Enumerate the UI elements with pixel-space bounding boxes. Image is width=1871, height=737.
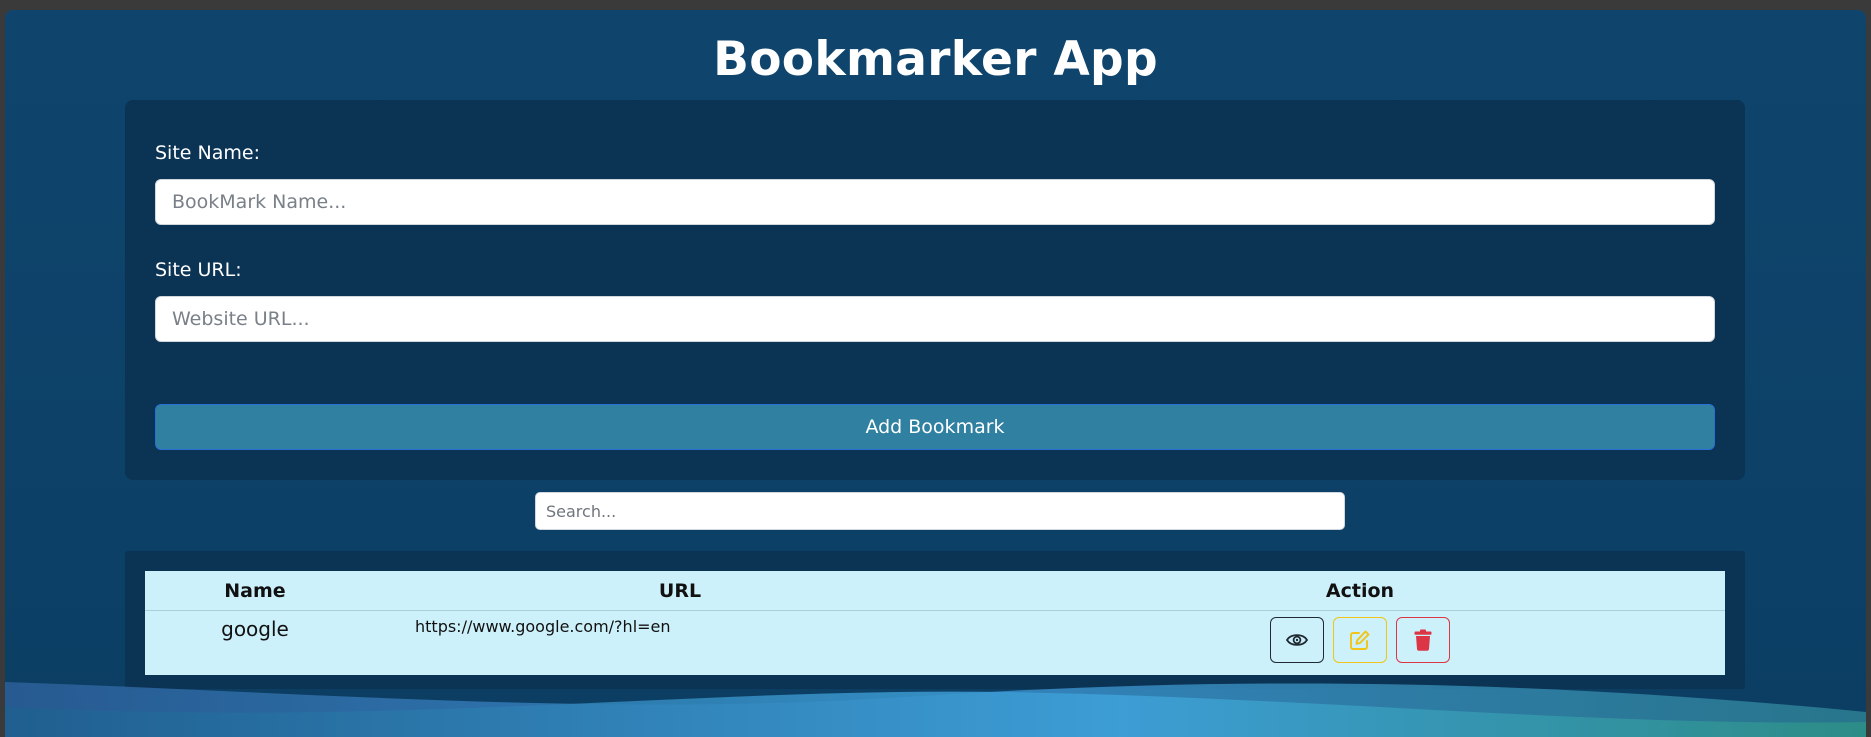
add-bookmark-button[interactable]: Add Bookmark [155, 404, 1715, 450]
site-url-label: Site URL: [155, 259, 242, 281]
header-name: Name [145, 571, 365, 611]
table-row: google https://www.google.com/?hl=en [145, 611, 1725, 676]
decorative-wave [5, 682, 1866, 737]
edit-button[interactable] [1333, 617, 1387, 663]
eye-icon [1286, 634, 1308, 646]
action-cell [995, 611, 1725, 676]
bookmark-form: Site Name: Site URL: Add Bookmark [125, 100, 1745, 480]
view-button[interactable] [1270, 617, 1324, 663]
bookmark-url: https://www.google.com/?hl=en [415, 617, 671, 636]
site-url-input[interactable] [155, 296, 1715, 342]
delete-button[interactable] [1396, 617, 1450, 663]
page-title: Bookmarker App [713, 32, 1158, 87]
header-url: URL [365, 571, 995, 611]
site-name-label: Site Name: [155, 142, 260, 164]
trash-icon [1414, 629, 1432, 651]
action-buttons [995, 617, 1725, 663]
header-action: Action [995, 571, 1725, 611]
site-name-input[interactable] [155, 179, 1715, 225]
bookmark-name: google [221, 617, 289, 641]
app-window: Bookmarker App Site Name: Site URL: Add … [5, 10, 1866, 737]
table-header-row: Name URL Action [145, 571, 1725, 611]
edit-icon [1350, 630, 1370, 650]
bookmarks-table: Name URL Action google https://www.googl… [145, 571, 1725, 675]
search-input[interactable] [535, 492, 1345, 530]
